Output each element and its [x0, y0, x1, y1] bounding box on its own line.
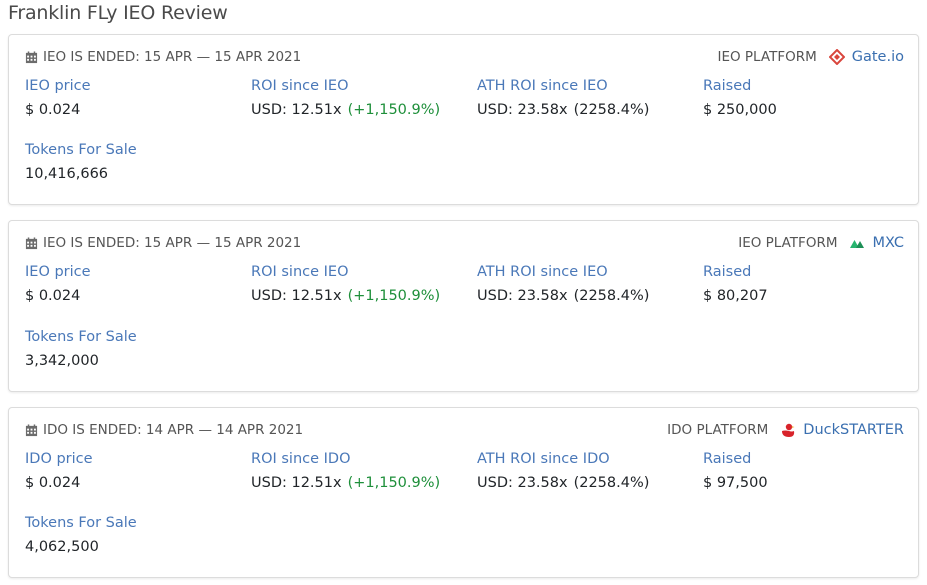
roi-percent: (+1,150.9%): [347, 102, 441, 118]
roi-percent: (+1,150.9%): [347, 288, 441, 304]
price-value: $ 0.024: [25, 102, 81, 118]
roi-label: ROI since IEO: [251, 264, 349, 280]
sale-ended-text: IEO IS ENDED: 15 APR — 15 APR 2021: [43, 49, 302, 65]
calendar-icon: [25, 236, 38, 249]
ath-roi-value: USD: 23.58x (2258.4%): [477, 475, 649, 491]
roi-value: USD: 12.51x (+1,150.9%): [251, 102, 440, 118]
raised-stat: Raised $ 97,500: [703, 451, 768, 491]
ath-roi-usd: USD: 23.58x: [477, 288, 568, 304]
price-stat: IEO price $ 0.024: [25, 264, 91, 304]
raised-value: $ 250,000: [703, 102, 777, 118]
ath-roi-percent: (2258.4%): [573, 288, 650, 304]
tokens-stat: Tokens For Sale 3,342,000: [25, 329, 137, 369]
sale-ended-status: IEO IS ENDED: 15 APR — 15 APR 2021: [25, 49, 301, 65]
raised-label: Raised: [703, 264, 752, 280]
roi-value: USD: 12.51x (+1,150.9%): [251, 288, 440, 304]
raised-label: Raised: [703, 78, 752, 94]
ath-roi-value: USD: 23.58x (2258.4%): [477, 288, 649, 304]
ath-roi-percent: (2258.4%): [573, 475, 650, 491]
calendar-icon: [25, 423, 38, 436]
ath-roi-percent: (2258.4%): [573, 102, 650, 118]
roi-label: ROI since IEO: [251, 78, 349, 94]
platform-info: IEO PLATFORM MXC: [738, 235, 904, 251]
tokens-stat: Tokens For Sale 4,062,500: [25, 515, 137, 555]
ath-roi-stat: ATH ROI since IDO USD: 23.58x (2258.4%): [477, 451, 649, 491]
sale-ended-text: IDO IS ENDED: 14 APR — 14 APR 2021: [43, 422, 304, 438]
raised-value: $ 97,500: [703, 475, 768, 491]
price-stat: IDO price $ 0.024: [25, 451, 93, 491]
card-header: IDO IS ENDED: 14 APR — 14 APR 2021 IDO P…: [25, 422, 904, 442]
mxc-logo-icon: [850, 240, 865, 248]
sale-card-gate-io: IEO IS ENDED: 15 APR — 15 APR 2021 IEO P…: [8, 34, 919, 205]
ath-roi-label: ATH ROI since IEO: [477, 78, 608, 94]
sale-card-mxc: IEO IS ENDED: 15 APR — 15 APR 2021 IEO P…: [8, 220, 919, 392]
roi-label: ROI since IDO: [251, 451, 351, 467]
platform-label: IEO PLATFORM: [738, 235, 838, 251]
price-label: IEO price: [25, 264, 91, 280]
raised-label: Raised: [703, 451, 752, 467]
platform-info: IEO PLATFORM Gate.io: [717, 49, 904, 65]
ath-roi-usd: USD: 23.58x: [477, 102, 568, 118]
tokens-label: Tokens For Sale: [25, 329, 137, 345]
platform-label: IDO PLATFORM: [667, 422, 769, 438]
roi-stat: ROI since IEO USD: 12.51x (+1,150.9%): [251, 264, 440, 304]
tokens-stat: Tokens For Sale 10,416,666: [25, 142, 137, 182]
sale-ended-status: IDO IS ENDED: 14 APR — 14 APR 2021: [25, 422, 303, 438]
ath-roi-value: USD: 23.58x (2258.4%): [477, 102, 649, 118]
roi-usd: USD: 12.51x: [251, 102, 342, 118]
tokens-label: Tokens For Sale: [25, 142, 137, 158]
price-value: $ 0.024: [25, 288, 81, 304]
page-title: Franklin FLy IEO Review: [8, 2, 228, 24]
tokens-value: 10,416,666: [25, 166, 109, 182]
ath-roi-label: ATH ROI since IDO: [477, 451, 610, 467]
ath-roi-stat: ATH ROI since IEO USD: 23.58x (2258.4%): [477, 78, 649, 118]
sale-card-duckstarter: IDO IS ENDED: 14 APR — 14 APR 2021 IDO P…: [8, 407, 919, 578]
card-header: IEO IS ENDED: 15 APR — 15 APR 2021 IEO P…: [25, 235, 904, 255]
price-value: $ 0.024: [25, 475, 81, 491]
sale-ended-text: IEO IS ENDED: 15 APR — 15 APR 2021: [43, 235, 302, 251]
raised-value: $ 80,207: [703, 288, 768, 304]
platform-link-gate-io[interactable]: Gate.io: [852, 49, 904, 65]
ath-roi-stat: ATH ROI since IEO USD: 23.58x (2258.4%): [477, 264, 649, 304]
gate-io-logo-icon: [828, 49, 845, 65]
roi-percent: (+1,150.9%): [347, 475, 441, 491]
sale-ended-status: IEO IS ENDED: 15 APR — 15 APR 2021: [25, 235, 301, 251]
roi-value: USD: 12.51x (+1,150.9%): [251, 475, 440, 491]
platform-link-mxc[interactable]: MXC: [872, 235, 904, 251]
tokens-label: Tokens For Sale: [25, 515, 137, 531]
price-label: IEO price: [25, 78, 91, 94]
price-label: IDO price: [25, 451, 93, 467]
roi-usd: USD: 12.51x: [251, 288, 342, 304]
platform-link-duckstarter[interactable]: DuckSTARTER: [803, 422, 904, 438]
tokens-value: 4,062,500: [25, 539, 99, 555]
ath-roi-usd: USD: 23.58x: [477, 475, 568, 491]
ath-roi-label: ATH ROI since IEO: [477, 264, 608, 280]
roi-stat: ROI since IEO USD: 12.51x (+1,150.9%): [251, 78, 440, 118]
calendar-icon: [25, 50, 38, 63]
roi-stat: ROI since IDO USD: 12.51x (+1,150.9%): [251, 451, 440, 491]
card-header: IEO IS ENDED: 15 APR — 15 APR 2021 IEO P…: [25, 49, 904, 69]
duckstarter-logo-icon: [782, 423, 795, 437]
platform-label: IEO PLATFORM: [717, 49, 817, 65]
roi-usd: USD: 12.51x: [251, 475, 342, 491]
tokens-value: 3,342,000: [25, 353, 99, 369]
price-stat: IEO price $ 0.024: [25, 78, 91, 118]
raised-stat: Raised $ 250,000: [703, 78, 777, 118]
raised-stat: Raised $ 80,207: [703, 264, 768, 304]
platform-info: IDO PLATFORM DuckSTARTER: [667, 422, 904, 438]
